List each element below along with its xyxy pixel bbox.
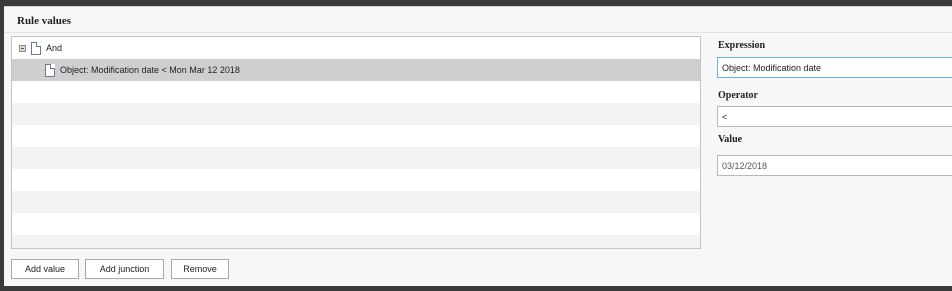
operator-label: Operator [718,90,758,101]
expression-label: Expression [718,40,766,51]
tree-node-label: Object: Modification date < Mon Mar 12 2… [60,65,240,75]
tree-empty-row [12,147,700,169]
add-junction-button[interactable]: Add junction [85,259,164,279]
remove-button[interactable]: Remove [171,259,229,279]
tree-node-label: And [46,43,63,53]
tree-empty-row [12,191,700,213]
document-icon [31,41,41,55]
value-label: Value [718,134,743,145]
rule-tree[interactable]: And Object: Modification date < Mon Mar … [11,36,701,249]
expression-field[interactable] [717,57,952,78]
operator-field[interactable] [717,106,952,127]
title-divider [4,32,952,33]
rule-values-panel: Rule values And Object: Modification dat… [4,6,952,286]
panel-title: Rule values [17,15,72,27]
tree-row-and[interactable]: And [12,37,700,59]
tree-empty-row [12,169,700,191]
tree-empty-row [12,235,700,248]
tree-node-condition[interactable]: Object: Modification date < Mon Mar 12 2… [45,59,240,81]
document-icon [45,63,55,77]
tree-empty-row [12,125,700,147]
tree-empty-row [12,103,700,125]
add-value-button[interactable]: Add value [11,259,79,279]
tree-node-and[interactable]: And [19,37,62,59]
tree-empty-row [12,213,700,235]
tree-row-condition[interactable]: Object: Modification date < Mon Mar 12 2… [12,59,700,81]
collapse-toggle-icon[interactable] [19,44,26,52]
tree-empty-row [12,81,700,103]
value-field[interactable] [717,155,952,176]
